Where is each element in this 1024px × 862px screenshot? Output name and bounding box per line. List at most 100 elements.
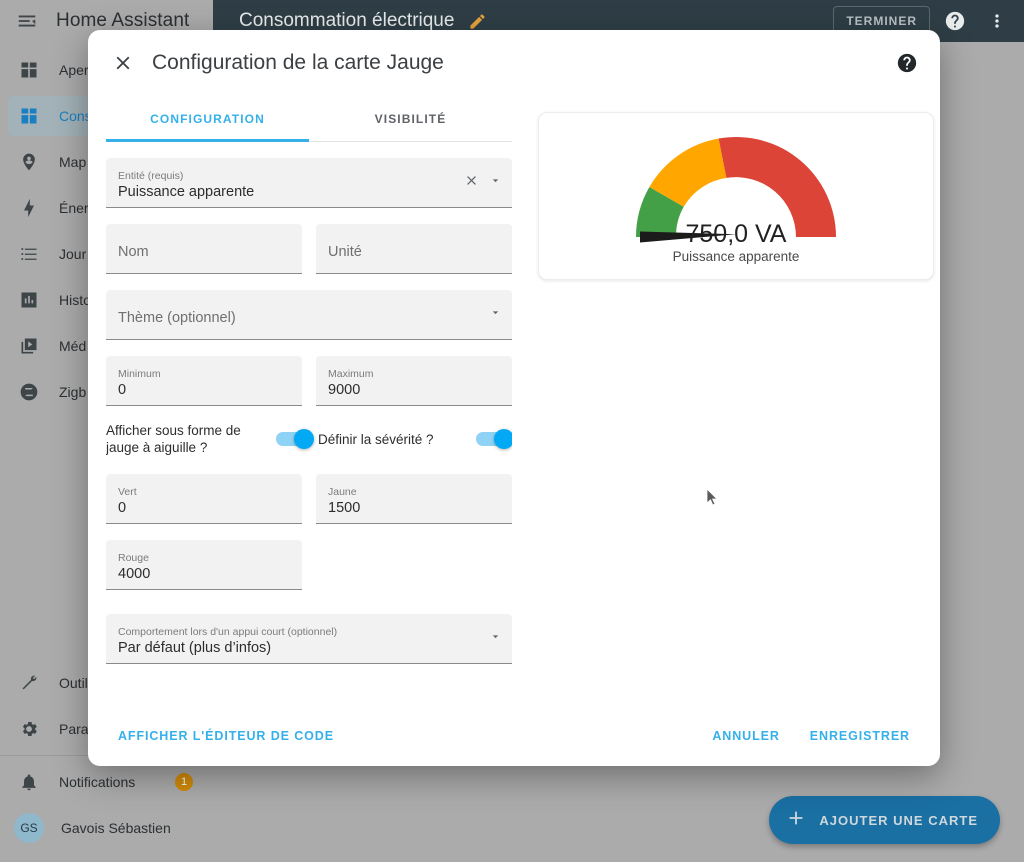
pencil-icon[interactable] [468, 12, 487, 31]
gauge-value-label: 750,0 VA [685, 220, 787, 248]
yellow-label: Jaune [328, 485, 357, 498]
tap-action-value: Par défaut (plus d’infos) [118, 639, 272, 656]
dots-vertical-icon[interactable] [980, 4, 1014, 38]
min-max-row: Minimum 0 Maximum 9000 [106, 356, 512, 406]
red-label: Rouge [118, 551, 149, 564]
theme-field-icons [489, 290, 502, 339]
sidebar-item-label: Histo [59, 292, 91, 308]
severity-toggle-label: Définir la sévérité ? [318, 431, 434, 447]
lightning-bolt-icon [16, 195, 42, 221]
hammer-wrench-icon [16, 670, 42, 696]
menu-down-icon[interactable] [489, 306, 502, 324]
severity-toggle[interactable] [476, 429, 512, 449]
dialog-body: CONFIGURATION VISIBILITÉ Entité (requis)… [88, 96, 940, 756]
minimum-value: 0 [118, 381, 127, 398]
yellow-field[interactable]: Jaune 1500 [316, 474, 512, 524]
entity-value: Puissance apparente [118, 183, 255, 200]
red-value: 4000 [118, 565, 151, 582]
maximum-value: 9000 [328, 381, 361, 398]
red-row: Rouge 4000 [106, 540, 512, 590]
close-icon[interactable] [106, 46, 140, 80]
sidebar-item-label: Jour [59, 246, 87, 262]
menu-down-icon[interactable] [489, 174, 502, 192]
sidebar-item-label: Aper [59, 62, 89, 78]
green-value: 0 [118, 499, 127, 516]
gauge-preview-card[interactable]: 750,0 VA Puissance apparente [538, 112, 934, 280]
show-code-editor-button[interactable]: AFFICHER L'ÉDITEUR DE CODE [114, 723, 338, 749]
needle-toggle-label: Afficher sous forme de jauge à aiguille … [106, 423, 241, 455]
minimum-label: Minimum [118, 367, 161, 380]
plus-icon [785, 807, 807, 834]
add-card-label: AJOUTER UNE CARTE [819, 812, 978, 828]
dialog-title: Configuration de la carte Jauge [152, 51, 444, 74]
chart-box-icon [16, 287, 42, 313]
unit-placeholder: Unité [328, 243, 362, 260]
entity-row: Entité (requis) Puissance apparente [106, 158, 512, 208]
tab-configuration[interactable]: CONFIGURATION [106, 96, 309, 142]
menu-down-icon[interactable] [489, 630, 502, 648]
green-field[interactable]: Vert 0 [106, 474, 302, 524]
sidebar-item-label: Méd [59, 338, 87, 354]
theme-field[interactable]: Thème (optionnel) [106, 290, 512, 340]
tap-action-label: Comportement lors d'un appui court (opti… [118, 625, 338, 638]
cog-icon [16, 716, 42, 742]
notification-badge: 1 [175, 773, 193, 791]
sidebar-item-label: Cons [59, 108, 92, 124]
view-dashboard-icon [16, 57, 42, 83]
config-form-column: CONFIGURATION VISIBILITÉ Entité (requis)… [106, 96, 512, 756]
format-list-bulleted-icon [16, 241, 42, 267]
sidebar-item-notifications[interactable]: Notifications 1 [8, 762, 205, 802]
red-field[interactable]: Rouge 4000 [106, 540, 302, 590]
gauge-entity-name: Puissance apparente [672, 249, 800, 264]
sidebar-item-label: Zigb [59, 384, 87, 400]
sidebar-item-user[interactable]: GS Gavois Sébastien [8, 808, 205, 848]
entity-field[interactable]: Entité (requis) Puissance apparente [106, 158, 512, 208]
dialog-footer: AFFICHER L'ÉDITEUR DE CODE ANNULER ENREG… [88, 706, 940, 766]
tap-action-field-icons [489, 614, 502, 663]
avatar: GS [14, 813, 44, 843]
name-placeholder: Nom [118, 243, 149, 260]
cancel-button[interactable]: ANNULER [708, 723, 783, 749]
needle-toggle[interactable] [276, 429, 314, 449]
entity-label: Entité (requis) [118, 169, 184, 182]
sidebar-item-label: Notifications [59, 774, 136, 790]
dashboard-title: Consommation électrique [239, 10, 455, 31]
dialog-footer-actions: ANNULER ENREGISTRER [708, 723, 914, 749]
help-circle-icon[interactable] [938, 4, 972, 38]
toggle-knob [294, 429, 314, 449]
menu-open-icon[interactable] [12, 6, 42, 36]
gauge-card-config-dialog: Configuration de la carte Jauge CONFIGUR… [88, 30, 940, 766]
green-yellow-row: Vert 0 Jaune 1500 [106, 474, 512, 524]
unit-field[interactable]: Unité [316, 224, 512, 274]
tap-action-row: Comportement lors d'un appui court (opti… [106, 614, 512, 664]
config-form: Entité (requis) Puissance apparente Nom … [106, 142, 512, 756]
needle-toggle-block: Afficher sous forme de jauge à aiguille … [106, 422, 314, 456]
view-dashboard-icon [16, 103, 42, 129]
tab-visibilite[interactable]: VISIBILITÉ [309, 96, 512, 141]
help-circle-icon[interactable] [892, 48, 922, 78]
add-card-button[interactable]: AJOUTER UNE CARTE [769, 796, 1000, 844]
dialog-header: Configuration de la carte Jauge [88, 30, 940, 96]
map-marker-account-icon [16, 149, 42, 175]
close-icon[interactable] [464, 173, 479, 193]
toggles-row: Afficher sous forme de jauge à aiguille … [106, 422, 512, 456]
toggle-knob [494, 429, 512, 449]
tab-label: CONFIGURATION [150, 111, 265, 126]
play-box-multiple-icon [16, 333, 42, 359]
user-name-label: Gavois Sébastien [61, 820, 171, 836]
name-unit-row: Nom Unité [106, 224, 512, 274]
yellow-value: 1500 [328, 499, 361, 516]
minimum-field[interactable]: Minimum 0 [106, 356, 302, 406]
app-title: Home Assistant [56, 10, 190, 31]
sidebar-item-label: Map [59, 154, 87, 170]
name-field[interactable]: Nom [106, 224, 302, 274]
theme-row: Thème (optionnel) [106, 290, 512, 340]
maximum-label: Maximum [328, 367, 374, 380]
app-root: Home Assistant Aper Cons Map Éner Jour H… [0, 0, 1024, 862]
maximum-field[interactable]: Maximum 9000 [316, 356, 512, 406]
zigbee-icon [16, 379, 42, 405]
sidebar-item-label: Éner [59, 200, 89, 216]
save-button[interactable]: ENREGISTRER [806, 723, 914, 749]
sidebar-item-label: Outil [59, 675, 88, 691]
tap-action-field[interactable]: Comportement lors d'un appui court (opti… [106, 614, 512, 664]
